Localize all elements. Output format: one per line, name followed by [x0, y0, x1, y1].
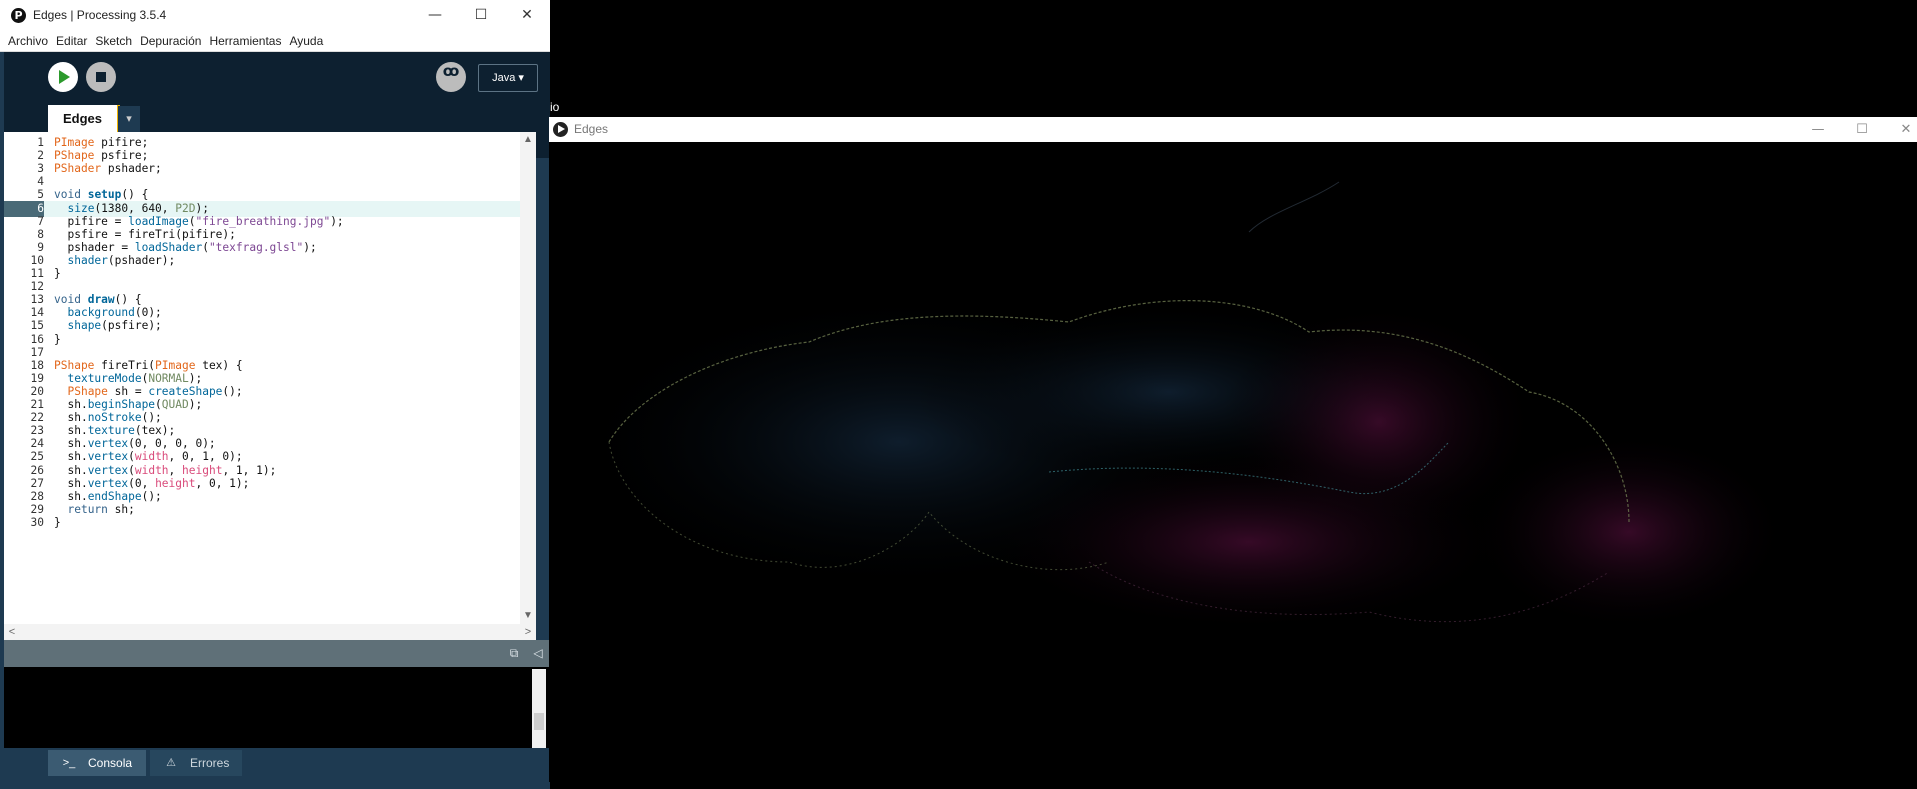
edge-detection-render	[569, 181, 1789, 632]
ide-window-title: Edges | Processing 3.5.4	[33, 8, 167, 22]
sketch-app-icon	[553, 122, 568, 137]
close-button[interactable]: ✕	[504, 0, 550, 31]
ide-titlebar[interactable]: P Edges | Processing 3.5.4 — ☐ ✕	[0, 0, 550, 32]
vertical-scrollbar[interactable]: ▲ ▼	[520, 132, 536, 624]
sketch-titlebar[interactable]: Edges — ☐ ✕	[549, 117, 1917, 142]
scroll-up-icon[interactable]: ▲	[520, 132, 536, 148]
stop-icon	[96, 72, 106, 82]
menu-archivo[interactable]: Archivo	[0, 31, 52, 48]
stray-text: io	[550, 100, 560, 114]
sketch-canvas[interactable]	[549, 142, 1917, 782]
stop-button[interactable]	[86, 62, 116, 92]
code-editor[interactable]: 1 PImage pifire; 2 PShape psfire; 3 PShader p…	[4, 132, 536, 624]
sketch-close-button[interactable]: ✕	[1883, 117, 1917, 142]
scroll-down-icon[interactable]: ▼	[520, 608, 536, 624]
tab-menu-button[interactable]: ▾	[118, 106, 140, 132]
terminal-icon: >_	[62, 757, 76, 769]
minimize-button[interactable]: —	[412, 0, 458, 31]
tab-errors[interactable]: ⚠ Errores	[150, 750, 242, 776]
maximize-button[interactable]: ☐	[458, 0, 504, 31]
debug-button[interactable]: ꝏ	[436, 62, 466, 92]
play-icon	[59, 70, 70, 84]
processing-ide-window: P Edges | Processing 3.5.4 — ☐ ✕ Archivo…	[0, 0, 550, 789]
console-scrollbar[interactable]	[532, 669, 546, 748]
tab-console[interactable]: >_ Consola	[48, 750, 146, 776]
code-text[interactable]: }	[54, 515, 61, 531]
console-output[interactable]	[4, 667, 550, 748]
sketch-maximize-button[interactable]: ☐	[1839, 117, 1885, 142]
tab-errors-label: Errores	[190, 756, 230, 770]
sketch-minimize-button[interactable]: —	[1795, 117, 1841, 142]
menu-bar: Archivo Editar Sketch Depuración Herramienta…	[0, 31, 550, 52]
warning-icon: ⚠	[166, 757, 176, 769]
tab-edges[interactable]: Edges	[48, 105, 120, 132]
scroll-left-icon[interactable]: <	[4, 624, 20, 640]
console-header: ⧉ ◁	[4, 640, 550, 667]
line-number: 30	[30, 515, 44, 529]
menu-depuracion[interactable]: Depuración	[136, 31, 205, 48]
processing-logo-icon: P	[11, 8, 26, 23]
footer-bar: >_ Consola ⚠ Errores	[0, 748, 550, 778]
sketch-window-title: Edges	[574, 122, 609, 136]
collapse-console-icon[interactable]: ◁	[530, 645, 546, 661]
copy-console-icon[interactable]: ⧉	[506, 645, 522, 661]
sketch-window: Edges — ☐ ✕	[549, 117, 1917, 789]
menu-editar[interactable]: Editar	[52, 31, 91, 48]
console-scroll-thumb[interactable]	[534, 713, 544, 730]
mode-selector[interactable]: Java ▾	[478, 64, 538, 92]
tab-console-label: Consola	[88, 756, 133, 770]
menu-ayuda[interactable]: Ayuda	[285, 31, 327, 48]
menu-sketch[interactable]: Sketch	[91, 31, 136, 48]
scroll-right-icon[interactable]: >	[520, 624, 536, 640]
code-line[interactable]: 30}	[4, 515, 520, 531]
horizontal-scrollbar[interactable]: < >	[4, 624, 536, 640]
run-button[interactable]	[48, 62, 78, 92]
debugger-icon: ꝏ	[442, 62, 460, 80]
menu-herramientas[interactable]: Herramientas	[205, 31, 285, 48]
